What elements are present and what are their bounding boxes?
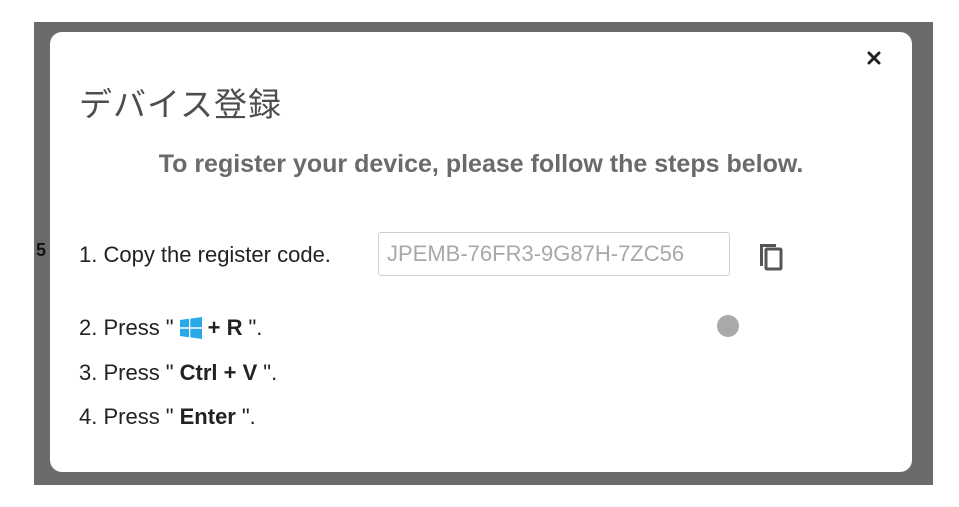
close-icon	[867, 51, 881, 65]
device-registration-dialog: デバイス登録 To register your device, please f…	[50, 32, 912, 472]
copy-code-button[interactable]	[753, 236, 789, 274]
step-press-ctrl-v: 3. Press " Ctrl + V ".	[79, 360, 277, 386]
register-code-input[interactable]	[378, 232, 730, 276]
mouse-cursor-indicator	[717, 315, 739, 337]
step-1-label: 1. Copy the register code.	[79, 242, 331, 267]
step-3-prefix: 3. Press "	[79, 360, 174, 385]
step-4-suffix: ".	[241, 404, 256, 429]
copy-icon	[760, 244, 783, 271]
step-2-suffix: ".	[248, 315, 263, 340]
step-copy-code: 1. Copy the register code.	[79, 232, 331, 278]
dialog-subtitle: To register your device, please follow t…	[158, 150, 804, 178]
step-2-prefix: 2. Press "	[79, 315, 174, 340]
step-3-suffix: ".	[263, 360, 278, 385]
step-4-keys: Enter	[179, 404, 236, 429]
step-press-win-r: 2. Press " + R ".	[79, 315, 262, 341]
step-2-keys: + R	[207, 315, 243, 340]
dialog-title: デバイス登録	[79, 86, 283, 123]
backdrop-partial-text: 5	[36, 240, 47, 260]
step-press-enter: 4. Press " Enter ".	[79, 404, 256, 430]
step-3-keys: Ctrl + V	[179, 360, 258, 385]
step-4-prefix: 4. Press "	[79, 404, 174, 429]
close-button[interactable]	[862, 46, 886, 70]
windows-logo-icon	[179, 317, 202, 339]
